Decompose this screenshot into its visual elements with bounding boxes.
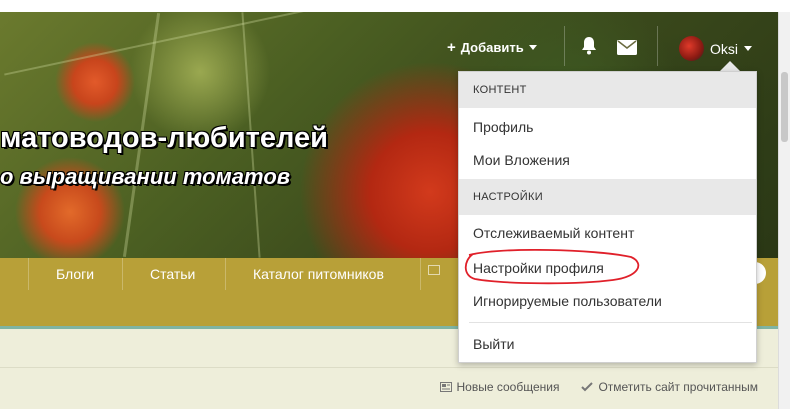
chevron-down-icon (744, 46, 752, 51)
plus-icon: + (447, 39, 456, 56)
browser-top-strip (0, 0, 790, 12)
user-menu-button[interactable]: Oksi (679, 36, 752, 61)
nav-extra-icon[interactable] (428, 265, 440, 275)
menu-item-attachments[interactable]: Мои Вложения (459, 145, 756, 175)
check-icon (581, 382, 594, 392)
bell-icon[interactable] (580, 36, 598, 61)
menu-item-ignored-users[interactable]: Игнорируемые пользователи (459, 286, 756, 316)
nav-item-nursery-catalog[interactable]: Каталог питомников (225, 258, 412, 290)
newspaper-icon (439, 382, 452, 392)
new-messages-link[interactable]: Новые сообщения (439, 380, 560, 394)
header-divider (657, 26, 658, 66)
site-subtitle: о выращивании томатов (0, 164, 291, 189)
section-header-content: КОНТЕНТ (459, 72, 756, 108)
quick-links: Новые сообщения Отметить сайт прочитанны… (439, 380, 758, 394)
add-button[interactable]: + Добавить (447, 39, 537, 56)
scrollbar-thumb[interactable] (781, 72, 788, 142)
annotation-circle (464, 249, 640, 285)
new-messages-label: Новые сообщения (456, 380, 560, 394)
nav-item-articles[interactable]: Статьи (122, 258, 223, 290)
nav-item-blogs[interactable]: Блоги (28, 258, 122, 290)
chevron-down-icon (528, 45, 537, 50)
nav-divider (420, 258, 421, 290)
dropdown-arrow (720, 61, 740, 71)
mark-read-link[interactable]: Отметить сайт прочитанным (581, 380, 758, 394)
scrollbar[interactable] (778, 12, 790, 409)
add-button-label: Добавить (460, 40, 524, 55)
mark-read-label: Отметить сайт прочитанным (598, 380, 758, 394)
mail-icon[interactable] (617, 40, 637, 60)
header-divider (564, 26, 565, 66)
menu-divider (469, 322, 752, 323)
section-header-settings: НАСТРОЙКИ (459, 179, 756, 215)
menu-item-followed-content[interactable]: Отслеживаемый контент (459, 218, 756, 248)
menu-item-logout[interactable]: Выйти (459, 329, 756, 359)
user-name: Oksi (710, 40, 738, 57)
user-dropdown-menu: КОНТЕНТ Профиль Мои Вложения НАСТРОЙКИ О… (458, 71, 757, 363)
menu-item-profile[interactable]: Профиль (459, 112, 756, 142)
site-title: матоводов-любителей (0, 122, 328, 154)
avatar (679, 36, 704, 61)
